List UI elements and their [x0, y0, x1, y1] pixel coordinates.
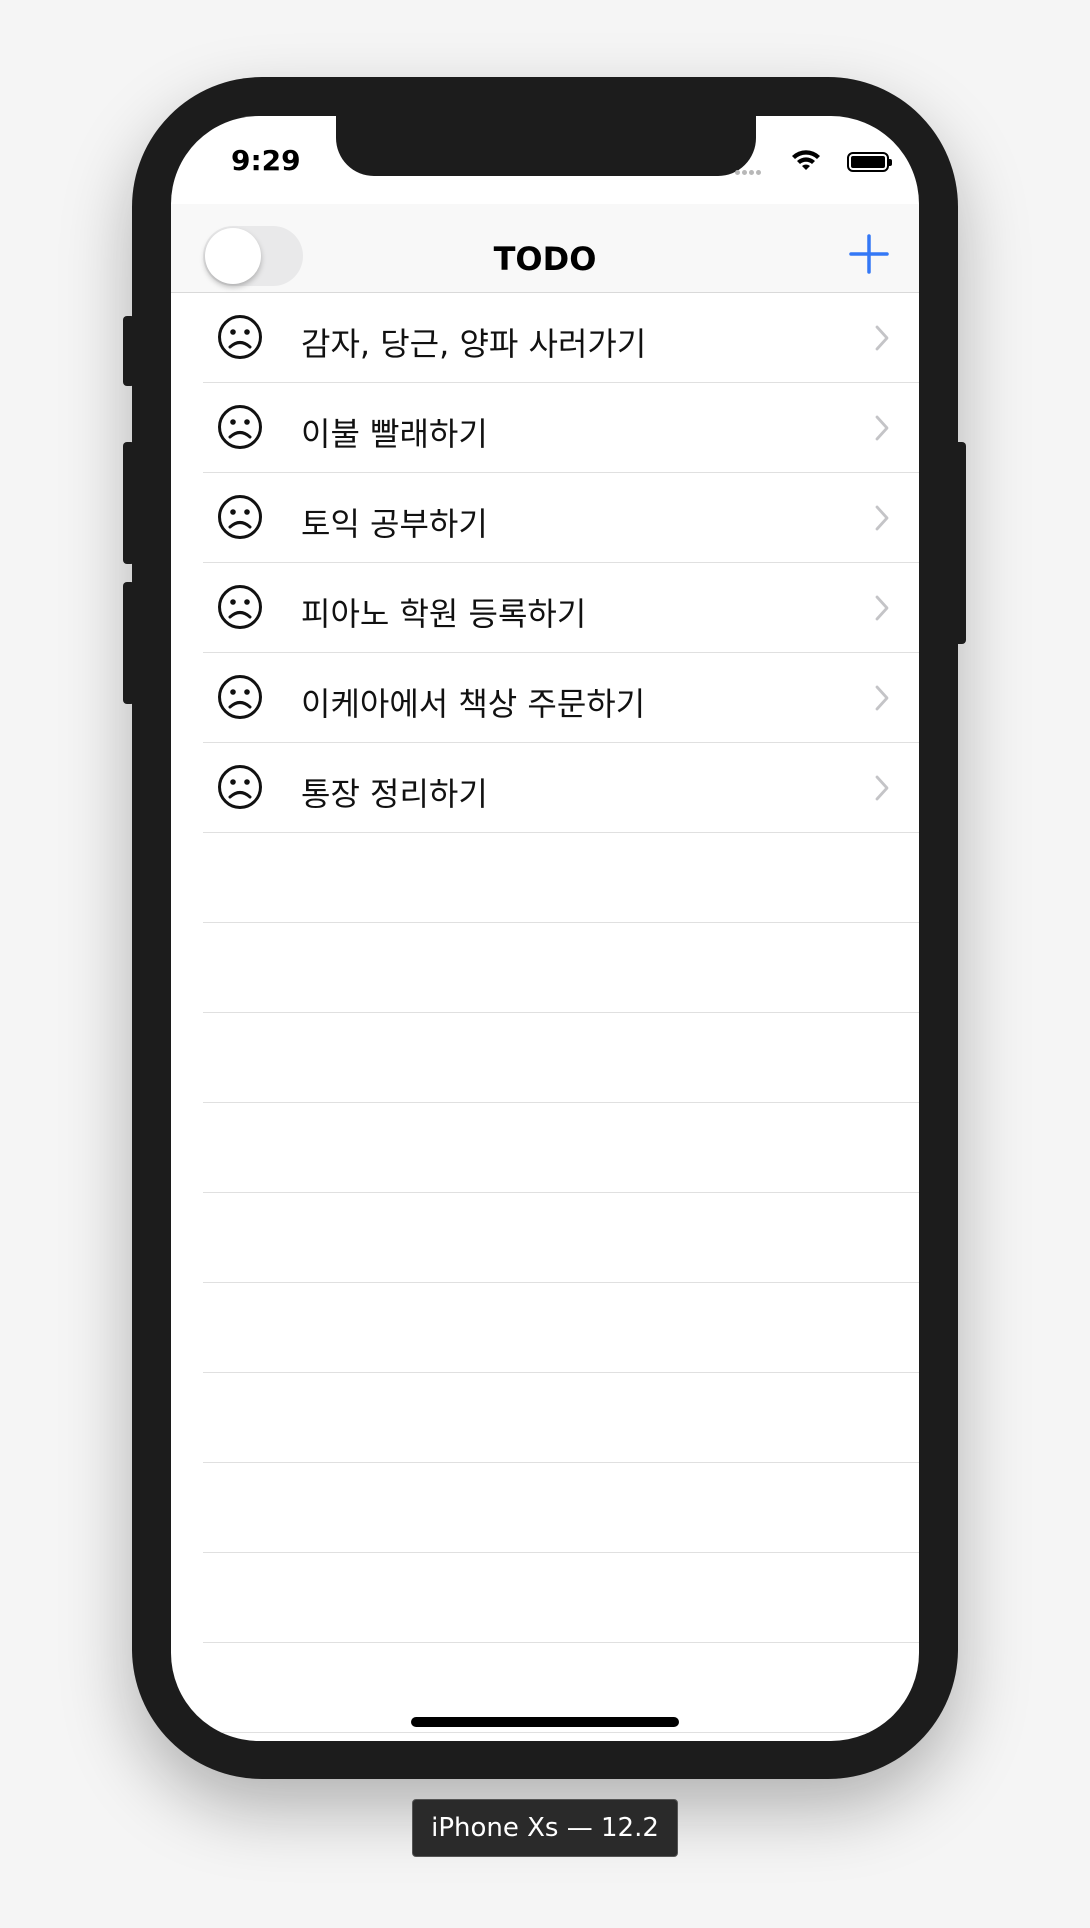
sad-face-icon — [218, 495, 262, 539]
empty-row — [203, 1283, 919, 1373]
home-indicator[interactable] — [411, 1717, 679, 1727]
todo-label: 감자, 당근, 양파 사러가기 — [301, 325, 647, 363]
empty-row — [203, 1463, 919, 1553]
chevron-right-icon — [875, 505, 889, 531]
todo-label: 이불 빨래하기 — [301, 415, 488, 453]
screen: 9:29 TODO 감자, 당근, 양파 사러가기 이불 빨래하기 토익 공부하… — [171, 116, 919, 1741]
list-item[interactable]: 통장 정리하기 — [203, 743, 919, 833]
plus-icon[interactable] — [849, 234, 889, 274]
sad-face-icon — [218, 585, 262, 629]
todo-label: 통장 정리하기 — [301, 775, 488, 813]
list-item[interactable]: 이케아에서 책상 주문하기 — [203, 653, 919, 743]
navigation-bar: TODO — [171, 204, 919, 293]
list-item[interactable]: 이불 빨래하기 — [203, 383, 919, 473]
sad-face-icon — [218, 675, 262, 719]
empty-row — [203, 1193, 919, 1283]
empty-row — [203, 1553, 919, 1643]
page-title: TODO — [493, 240, 597, 278]
empty-row — [203, 1103, 919, 1193]
empty-row — [203, 923, 919, 1013]
signal-icon — [735, 160, 769, 175]
volume-down-button — [123, 582, 135, 704]
list-item[interactable]: 피아노 학원 등록하기 — [203, 563, 919, 653]
power-button — [954, 442, 966, 644]
status-time: 9:29 — [231, 144, 301, 177]
empty-row — [203, 833, 919, 923]
empty-row — [203, 1013, 919, 1103]
volume-up-button — [123, 442, 135, 564]
chevron-right-icon — [875, 685, 889, 711]
todo-label: 이케아에서 책상 주문하기 — [301, 685, 646, 723]
sad-face-icon — [218, 405, 262, 449]
notch — [336, 116, 756, 176]
list-item[interactable]: 토익 공부하기 — [203, 473, 919, 563]
device-label: iPhone Xs — 12.2 — [412, 1799, 678, 1857]
wifi-icon — [792, 150, 820, 170]
status-icons — [729, 150, 892, 175]
chevron-right-icon — [875, 775, 889, 801]
todo-list: 감자, 당근, 양파 사러가기 이불 빨래하기 토익 공부하기 피아노 학원 등… — [171, 293, 919, 1733]
battery-icon — [847, 152, 892, 172]
list-item[interactable]: 감자, 당근, 양파 사러가기 — [203, 293, 919, 383]
todo-label: 피아노 학원 등록하기 — [301, 595, 587, 633]
sad-face-icon — [218, 765, 262, 809]
sad-face-icon — [218, 315, 262, 359]
chevron-right-icon — [875, 415, 889, 441]
empty-row — [203, 1373, 919, 1463]
todo-label: 토익 공부하기 — [301, 505, 488, 543]
silent-switch — [123, 316, 135, 386]
chevron-right-icon — [875, 595, 889, 621]
chevron-right-icon — [875, 325, 889, 351]
